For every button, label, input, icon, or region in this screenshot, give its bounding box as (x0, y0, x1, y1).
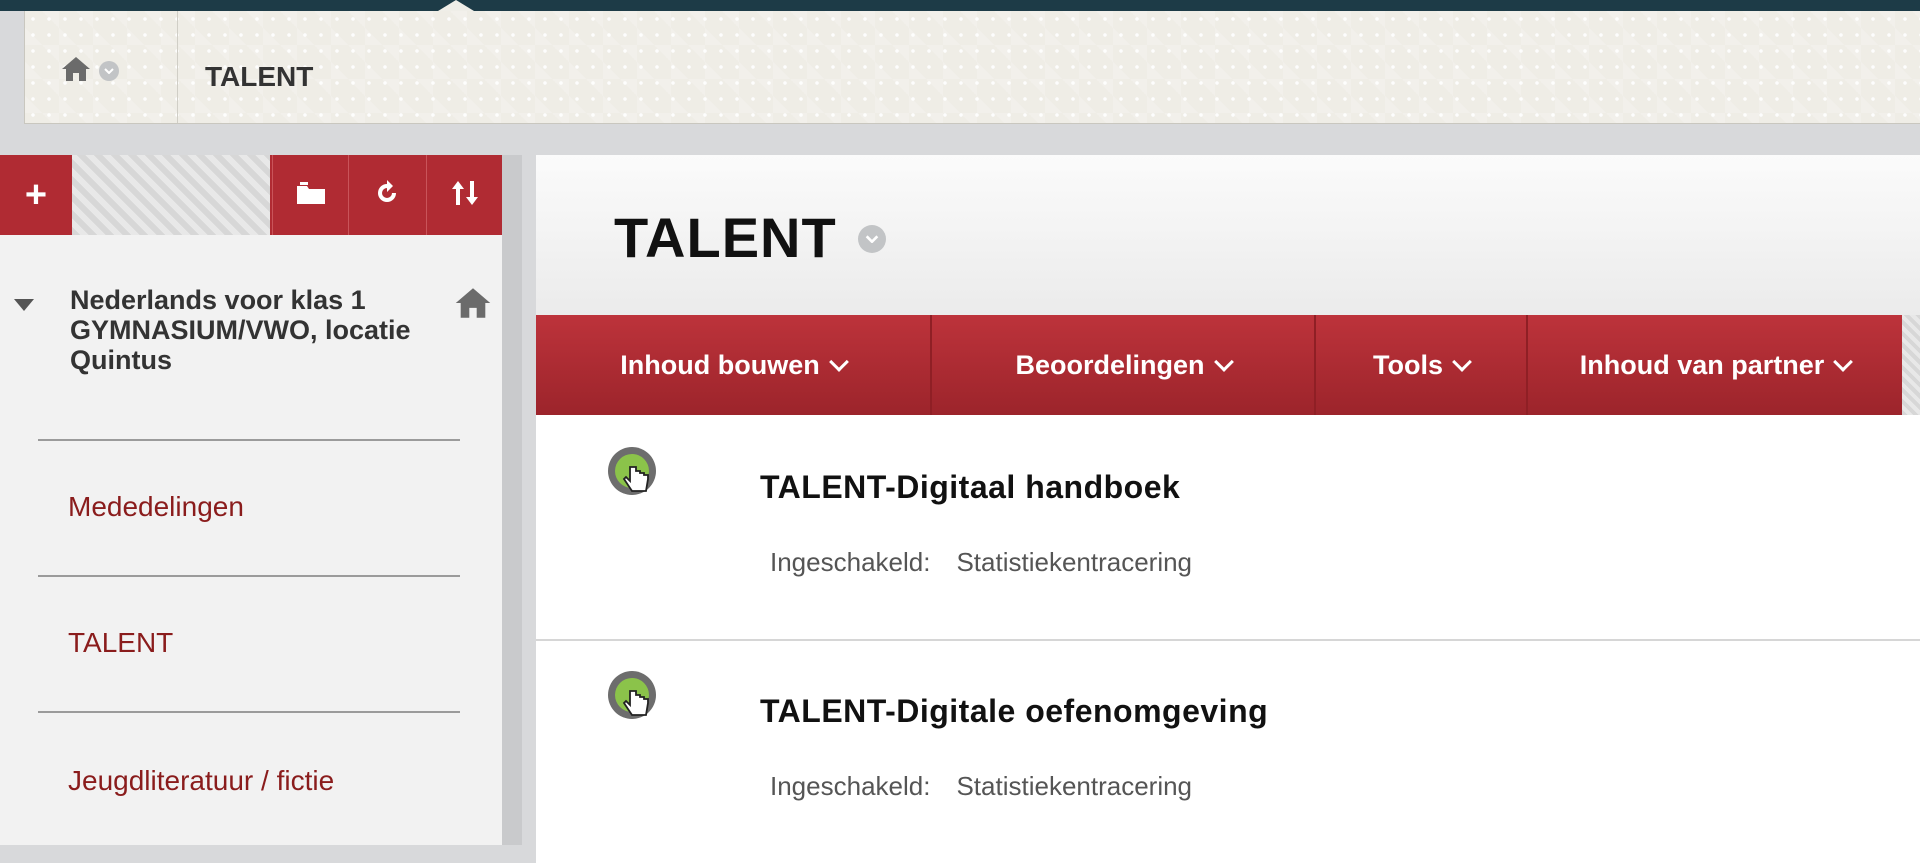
chevron-down-icon (828, 352, 849, 372)
meta-value: Statistiekentracering (956, 771, 1193, 801)
course-menu-toolbar: + (0, 155, 502, 235)
add-menu-item-button[interactable]: + (0, 155, 72, 235)
content-item: TALENT-Digitaal handboek Ingeschakeld: St… (536, 417, 1920, 639)
action-label: Inhoud bouwen (620, 349, 820, 380)
chevron-down-icon[interactable] (99, 61, 119, 81)
content-area: TALENT Inhoud bouwen Beoordelingen Tools… (536, 155, 1920, 863)
tools-menu[interactable]: Tools (1316, 315, 1528, 415)
link-hand-icon (606, 671, 662, 732)
reorder-button[interactable] (426, 155, 503, 235)
action-label: Beoordelingen (1015, 349, 1205, 380)
content-item-meta: Ingeschakeld: Statistiekentracering (770, 771, 1192, 802)
action-bar: Inhoud bouwen Beoordelingen Tools Inhoud… (536, 315, 1920, 415)
partner-content-menu[interactable]: Inhoud van partner (1528, 315, 1902, 415)
sidebar-item-jeugdliteratuur[interactable]: Jeugdliteratuur / fictie (68, 765, 334, 797)
chevron-down-icon[interactable] (858, 225, 886, 253)
assessments-menu[interactable]: Beoordelingen (932, 315, 1316, 415)
course-title[interactable]: Nederlands voor klas 1 GYMNASIUM/VWO, lo… (70, 285, 450, 375)
content-item-meta: Ingeschakeld: Statistiekentracering (770, 547, 1192, 578)
folder-view-button[interactable] (272, 155, 349, 235)
active-tab-notch (438, 0, 474, 11)
chevron-down-icon (1833, 352, 1854, 372)
menu-divider (38, 439, 460, 441)
meta-value: Statistiekentracering (956, 547, 1193, 577)
home-icon[interactable] (454, 287, 492, 324)
refresh-icon (374, 179, 400, 211)
action-bar-edge (1902, 315, 1920, 415)
folder-icon (296, 181, 326, 210)
meta-label: Ingeschakeld: (770, 771, 931, 801)
chevron-down-icon (1213, 352, 1234, 372)
sidebar-scrollbar[interactable] (502, 155, 522, 845)
action-label: Tools (1373, 349, 1443, 380)
sidebar-item-mededelingen[interactable]: Mededelingen (68, 491, 244, 523)
content-item-title[interactable]: TALENT-Digitaal handboek (760, 469, 1180, 506)
chevron-down-icon (1452, 352, 1472, 372)
course-menu: + Nederlands voor klas 1 GYMNASIUM/VWO, … (0, 155, 502, 845)
toolbar-spacer (72, 155, 270, 235)
content-item-title[interactable]: TALENT-Digitale oefenomgeving (760, 693, 1268, 730)
page-title: TALENT (614, 206, 837, 269)
meta-label: Ingeschakeld: (770, 547, 931, 577)
sidebar-item-talent[interactable]: TALENT (68, 627, 173, 659)
home-icon[interactable] (61, 56, 91, 87)
breadcrumb-divider (177, 11, 178, 123)
link-hand-icon (606, 447, 662, 508)
refresh-button[interactable] (348, 155, 425, 235)
sort-icon (450, 179, 480, 212)
build-content-menu[interactable]: Inhoud bouwen (536, 315, 932, 415)
breadcrumb: TALENT (24, 11, 1920, 124)
top-header-bar (0, 0, 1920, 11)
collapse-triangle-icon[interactable] (14, 299, 34, 311)
menu-divider (38, 711, 460, 713)
breadcrumb-current[interactable]: TALENT (205, 61, 313, 93)
action-label: Inhoud van partner (1579, 349, 1825, 380)
page-header: TALENT (536, 155, 1920, 316)
menu-divider (38, 575, 460, 577)
content-item: TALENT-Digitale oefenomgeving Ingeschake… (536, 641, 1920, 863)
breadcrumb-home[interactable] (61, 49, 137, 93)
